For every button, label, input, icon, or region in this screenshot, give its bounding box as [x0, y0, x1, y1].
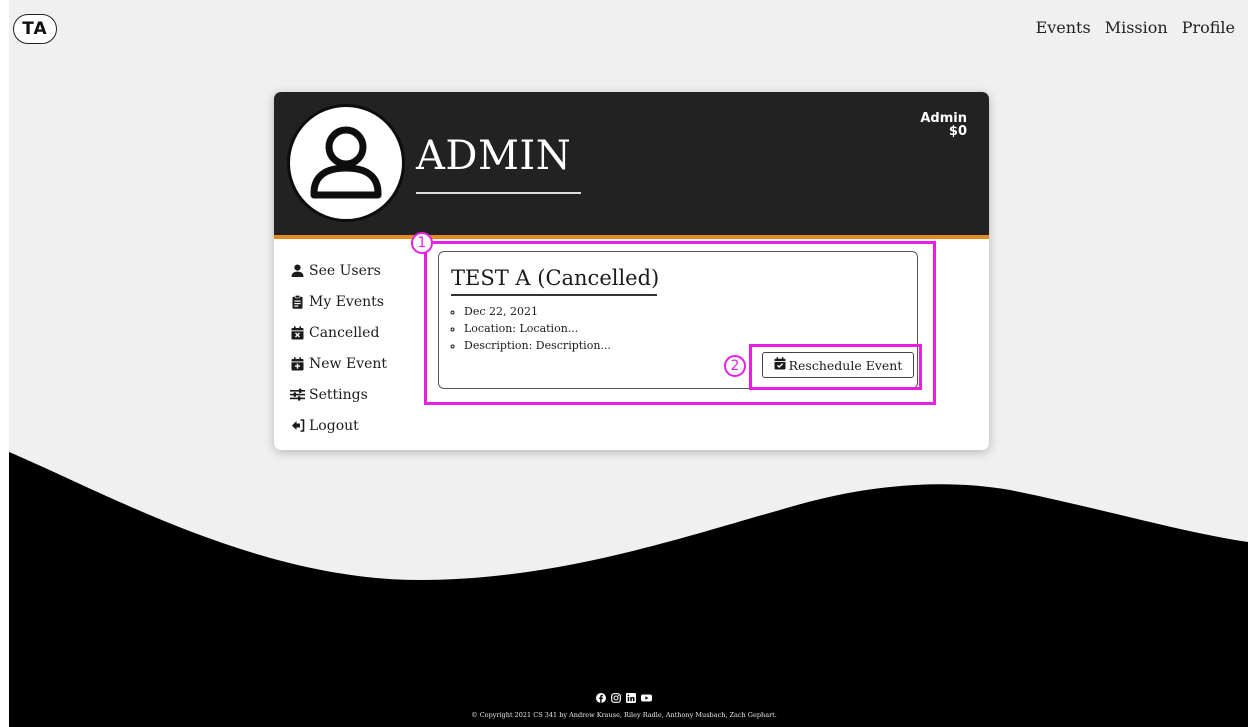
sidebar-item-label: New Event: [309, 355, 388, 372]
sidebar-item-new-event[interactable]: New Event: [290, 348, 387, 379]
logout-icon: [290, 419, 305, 432]
sidebar-item-logout[interactable]: Logout: [290, 410, 387, 441]
annotation-number-2: 2: [724, 355, 746, 377]
sidebar-menu: See Users My Events Cancelled New Event …: [290, 255, 387, 441]
sidebar-item-label: Settings: [309, 386, 368, 403]
annotation-number-1: 1: [411, 232, 433, 254]
sliders-icon: [290, 388, 305, 401]
title-underline: [416, 192, 581, 194]
sidebar-item-label: See Users: [309, 262, 381, 279]
calendar-x-icon: [290, 325, 305, 340]
sidebar-item-label: My Events: [309, 293, 384, 310]
user-avatar-icon: [310, 126, 382, 199]
card-accent-bar: [274, 235, 989, 239]
nav-profile[interactable]: Profile: [1182, 18, 1235, 37]
sidebar-item-label: Logout: [309, 417, 359, 434]
facebook-icon[interactable]: [595, 693, 606, 706]
top-nav: Events Mission Profile: [1036, 18, 1235, 37]
nav-events[interactable]: Events: [1036, 18, 1091, 37]
youtube-icon[interactable]: [641, 693, 653, 706]
calendar-plus-icon: [290, 356, 305, 371]
nav-mission[interactable]: Mission: [1105, 18, 1168, 37]
linkedin-icon[interactable]: [626, 693, 637, 706]
sidebar-item-see-users[interactable]: See Users: [290, 255, 387, 286]
role-balance-badge: Admin $0: [920, 112, 967, 138]
page-title: ADMIN: [416, 133, 572, 179]
balance-label: $0: [948, 124, 967, 139]
user-icon: [290, 264, 305, 277]
sidebar-item-settings[interactable]: Settings: [290, 379, 387, 410]
instagram-icon[interactable]: [611, 693, 621, 706]
clipboard-icon: [290, 294, 305, 309]
sidebar-item-label: Cancelled: [309, 324, 380, 341]
annotation-box-2: [749, 344, 922, 390]
copyright-text: © Copyright 2021 CS 341 by Andrew Krause…: [471, 711, 777, 719]
sidebar-item-my-events[interactable]: My Events: [290, 286, 387, 317]
footer-wave: [9, 452, 1248, 727]
avatar: [287, 104, 405, 222]
sidebar-item-cancelled[interactable]: Cancelled: [290, 317, 387, 348]
social-icons: [0, 693, 1248, 706]
logo-home-button[interactable]: TA: [13, 14, 57, 44]
